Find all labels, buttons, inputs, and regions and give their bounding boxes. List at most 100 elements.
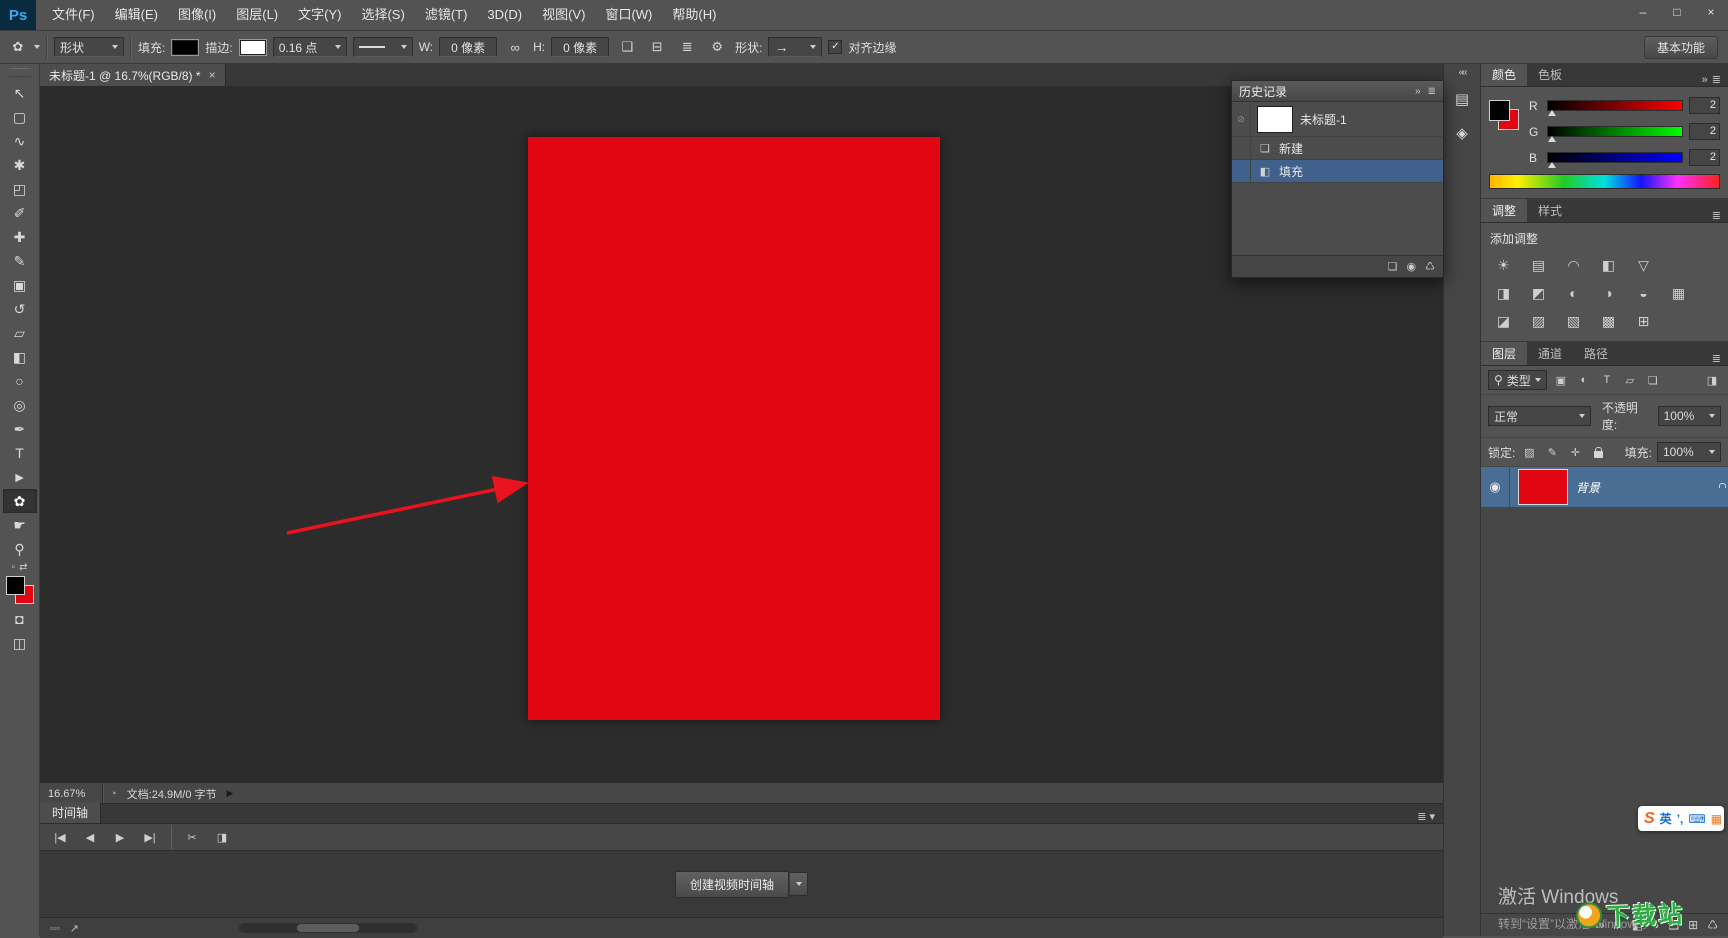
tab-timeline[interactable]: 时间轴 [40, 802, 102, 823]
lasso-tool[interactable]: ∿ [3, 129, 37, 153]
path-arrangement-button[interactable]: ≣ [675, 37, 699, 57]
frame-size-icon[interactable]: ▫▫▫ [50, 923, 60, 933]
scrollbar-thumb[interactable] [296, 924, 359, 932]
transition-button[interactable]: ◨ [208, 827, 236, 847]
menu-help[interactable]: 帮助(H) [662, 0, 726, 30]
expand-dock-chevron-icon[interactable]: «« [1458, 67, 1467, 78]
smart-object-filter-icon[interactable]: ❏ [1644, 371, 1662, 389]
shape-width-field[interactable]: 0 像素 [439, 37, 498, 57]
color-lookup-icon[interactable]: ▦ [1663, 281, 1694, 305]
new-layer-icon[interactable]: ⊞ [1688, 918, 1698, 932]
tab-close-icon[interactable]: × [209, 68, 216, 82]
zoom-tool[interactable]: ⚲ [3, 537, 37, 561]
menu-view[interactable]: 视图(V) [532, 0, 595, 30]
menu-select[interactable]: 选择(S) [351, 0, 414, 30]
shape-filter-icon[interactable]: ▱ [1621, 371, 1639, 389]
create-video-timeline-button[interactable]: 创建视频时间轴 [674, 870, 789, 898]
stroke-color-swatch[interactable] [238, 38, 267, 56]
photo-filter-icon[interactable]: ◑ [1593, 281, 1624, 305]
menu-image[interactable]: 图像(I) [168, 0, 226, 30]
hand-tool[interactable]: ☛ [3, 513, 37, 537]
menu-layer[interactable]: 图层(L) [226, 0, 288, 30]
export-icon[interactable]: ↗ [70, 922, 79, 935]
menu-file[interactable]: 文件(F) [42, 0, 105, 30]
selective-color-icon[interactable]: ⊞ [1628, 309, 1659, 333]
collapsed-panel-icon-2[interactable]: ◈ [1448, 120, 1476, 146]
adjustment-filter-icon[interactable]: ◐ [1575, 371, 1593, 389]
history-step-fill[interactable]: ◧ 填充 [1232, 160, 1443, 183]
sogou-logo[interactable]: S [1644, 810, 1655, 828]
eraser-tool[interactable]: ▱ [3, 321, 37, 345]
gradient-map-icon[interactable]: ▩ [1593, 309, 1624, 333]
green-value-field[interactable]: 2 [1689, 123, 1720, 140]
collapse-panel-icon[interactable]: » [1702, 74, 1708, 86]
lock-position-icon[interactable]: ✛ [1566, 443, 1584, 461]
blur-tool[interactable]: ○ [3, 369, 37, 393]
history-source-toggle[interactable] [1232, 160, 1251, 182]
layer-visibility-toggle[interactable]: ◉ [1481, 467, 1510, 507]
tab-layers[interactable]: 图层 [1481, 342, 1528, 365]
rectangular-marquee-tool[interactable]: ▢ [3, 105, 37, 129]
menu-type[interactable]: 文字(Y) [288, 0, 351, 30]
delete-layer-icon[interactable]: ♺ [1707, 918, 1718, 932]
blend-mode-select[interactable]: 正常 [1488, 406, 1591, 426]
stroke-type-select[interactable] [352, 37, 413, 57]
path-selection-tool[interactable]: ► [3, 465, 37, 489]
swap-colors-icon[interactable]: ⇄ [19, 562, 27, 573]
screen-mode-button[interactable]: ◫ [3, 631, 37, 655]
workspace-switcher-button[interactable]: 基本功能 [1643, 35, 1718, 59]
split-clip-button[interactable]: ✂ [178, 827, 206, 847]
filter-toggle-icon[interactable]: ◨ [1703, 371, 1721, 389]
toolbar-grip[interactable] [8, 68, 31, 77]
play-button[interactable]: ▶ [106, 827, 134, 847]
tab-styles[interactable]: 样式 [1527, 199, 1573, 222]
link-dimensions-icon[interactable]: ∞ [503, 37, 527, 57]
history-brush-tool[interactable]: ↺ [3, 297, 37, 321]
first-frame-button[interactable]: |◀ [46, 827, 74, 847]
restore-button[interactable]: □ [1660, 1, 1694, 23]
ime-punctuation-mode[interactable]: ’, [1677, 812, 1684, 826]
channel-mixer-icon[interactable]: ◒ [1628, 281, 1659, 305]
create-timeline-dropdown[interactable] [790, 872, 808, 896]
lock-all-icon[interactable] [1589, 443, 1607, 461]
history-snapshot-row[interactable]: ⊘ 未标题-1 [1232, 102, 1443, 137]
tab-adjustments[interactable]: 调整 [1481, 199, 1528, 222]
ime-toolbox-icon[interactable]: ▦ [1711, 812, 1722, 826]
color-balance-icon[interactable]: ◩ [1523, 281, 1554, 305]
invert-icon[interactable]: ◪ [1488, 309, 1519, 333]
blue-slider-thumb[interactable] [1548, 162, 1556, 168]
new-document-from-state-button[interactable]: ❏ [1388, 260, 1398, 273]
delete-state-button[interactable]: ♺ [1425, 260, 1435, 273]
history-step-new[interactable]: ❏ 新建 [1232, 137, 1443, 160]
close-button[interactable]: × [1694, 1, 1728, 23]
curves-icon[interactable]: ◠ [1558, 253, 1589, 277]
collapsed-panel-icon-1[interactable]: ▤ [1448, 86, 1476, 112]
lock-transparency-icon[interactable]: ▨ [1520, 443, 1538, 461]
history-panel-header[interactable]: 历史记录 » ≣ [1232, 81, 1443, 102]
stroke-width-field[interactable]: 0.16 点 [272, 37, 347, 57]
menu-filter[interactable]: 滤镜(T) [415, 0, 478, 30]
threshold-icon[interactable]: ▧ [1558, 309, 1589, 333]
opacity-field[interactable]: 100% [1657, 406, 1721, 426]
shape-height-field[interactable]: 0 像素 [551, 37, 610, 57]
panel-menu-icon[interactable]: ≣ [1428, 86, 1436, 97]
snapshot-thumbnail[interactable] [1257, 105, 1293, 133]
tab-channels[interactable]: 通道 [1527, 342, 1573, 365]
document-canvas[interactable] [528, 137, 940, 720]
timeline-scrollbar[interactable] [238, 923, 417, 933]
type-tool[interactable]: T [3, 441, 37, 465]
layer-row-background[interactable]: ◉ 背景 [1481, 467, 1728, 507]
document-tab[interactable]: 未标题-1 @ 16.7%(RGB/8) * × [40, 64, 226, 86]
tab-paths[interactable]: 路径 [1573, 342, 1619, 365]
pixel-filter-icon[interactable]: ▣ [1552, 371, 1570, 389]
pen-tool[interactable]: ✒ [3, 417, 37, 441]
align-edges-checkbox[interactable]: ✓ [828, 40, 843, 54]
ime-language-mode[interactable]: 英 [1660, 810, 1672, 827]
clone-stamp-tool[interactable]: ▣ [3, 273, 37, 297]
red-slider-thumb[interactable] [1548, 110, 1556, 116]
history-source-toggle[interactable]: ⊘ [1232, 102, 1251, 136]
default-colors-icon[interactable]: ▫ [12, 562, 16, 573]
status-menu-icon[interactable]: ◔ [104, 788, 123, 800]
panel-menu-icon[interactable]: ≣ [1712, 73, 1721, 86]
dodge-tool[interactable]: ◎ [3, 393, 37, 417]
